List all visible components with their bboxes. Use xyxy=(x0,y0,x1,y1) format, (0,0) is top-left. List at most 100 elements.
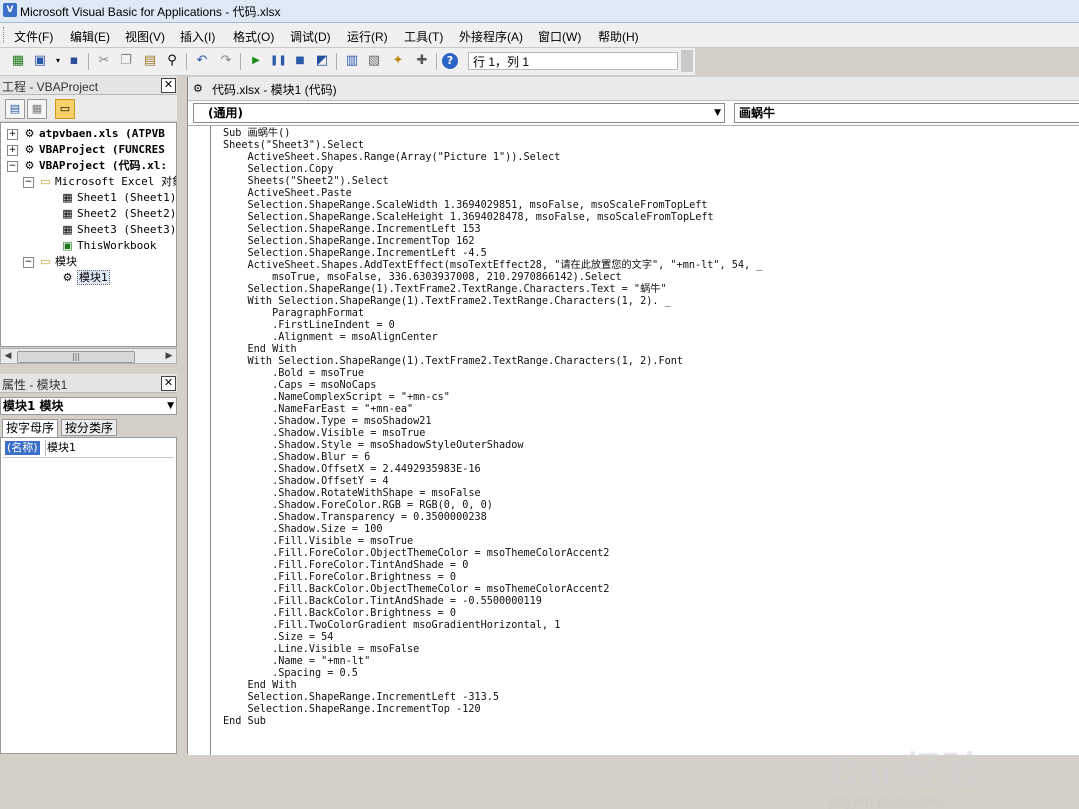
toggle-folders-icon[interactable]: ▭ xyxy=(55,99,75,119)
code-line[interactable]: Selection.ShapeRange(1).TextFrame2.TextR… xyxy=(223,284,667,296)
scroll-right-icon[interactable]: ▶ xyxy=(162,349,176,363)
code-line[interactable]: .Fill.Visible = msoTrue xyxy=(223,536,413,548)
reset-icon[interactable]: ■ xyxy=(292,53,308,69)
code-line[interactable]: Sheets("Sheet2").Select xyxy=(223,176,389,188)
code-line[interactable]: .Shadow.Style = msoShadowStyleOuterShado… xyxy=(223,440,523,452)
menu-insert[interactable]: 插入(I) xyxy=(180,28,215,45)
code-line[interactable]: .NameComplexScript = "+mn-cs" xyxy=(223,392,450,404)
expand-plus-icon[interactable]: + xyxy=(7,129,18,140)
code-line[interactable]: Sheets("Sheet3").Select xyxy=(223,140,364,152)
redo-icon[interactable]: ↷ xyxy=(218,53,234,69)
code-line[interactable]: ActiveSheet.Shapes.AddTextEffect(msoText… xyxy=(223,260,763,272)
code-line[interactable]: .NameFarEast = "+mn-ea" xyxy=(223,404,413,416)
copy-icon[interactable]: ❐ xyxy=(118,53,134,69)
code-line[interactable]: End With xyxy=(223,344,297,356)
menu-file[interactable]: 文件(F) xyxy=(14,28,53,45)
menu-tools[interactable]: 工具(T) xyxy=(404,28,443,45)
insert-dropdown-icon[interactable]: ▾ xyxy=(50,53,66,69)
break-icon[interactable]: ❚❚ xyxy=(270,53,287,69)
code-line[interactable]: .Fill.ForeColor.ObjectThemeColor = msoTh… xyxy=(223,548,609,560)
project-horizontal-scrollbar[interactable]: ◀ ||| ▶ xyxy=(0,348,177,364)
code-line[interactable]: .Fill.BackColor.Brightness = 0 xyxy=(223,608,456,620)
code-line[interactable]: ActiveSheet.Paste xyxy=(223,188,352,200)
code-line[interactable]: .Shadow.ForeColor.RGB = RGB(0, 0, 0) xyxy=(223,500,493,512)
code-line[interactable]: .Shadow.OffsetX = 2.4492935983E-16 xyxy=(223,464,481,476)
code-line[interactable]: .FirstLineIndent = 0 xyxy=(223,320,395,332)
code-line[interactable]: .Fill.ForeColor.TintAndShade = 0 xyxy=(223,560,468,572)
collapse-minus-icon[interactable]: − xyxy=(23,257,34,268)
code-line[interactable]: .Fill.ForeColor.Brightness = 0 xyxy=(223,572,456,584)
code-margin-indicator-bar[interactable] xyxy=(188,126,211,755)
code-line[interactable]: .Shadow.OffsetY = 4 xyxy=(223,476,389,488)
view-code-icon[interactable]: ▤ xyxy=(5,99,25,119)
code-line[interactable]: .Size = 54 xyxy=(223,632,333,644)
properties-window-icon[interactable]: ▧ xyxy=(366,53,382,69)
code-line[interactable]: Sub 画蜗牛() xyxy=(223,128,290,140)
code-line[interactable]: Selection.ShapeRange.IncrementTop -120 xyxy=(223,704,481,716)
property-name-key[interactable]: (名称) xyxy=(5,441,40,455)
chevron-down-icon[interactable]: ▼ xyxy=(167,398,174,414)
menu-edit[interactable]: 编辑(E) xyxy=(70,28,110,45)
cut-icon[interactable]: ✂ xyxy=(96,53,112,69)
code-line[interactable]: .Shadow.RotateWithShape = msoFalse xyxy=(223,488,481,500)
project-explorer-icon[interactable]: ▥ xyxy=(344,53,360,69)
code-line[interactable]: ParagraphFormat xyxy=(223,308,364,320)
code-line[interactable]: End With xyxy=(223,680,297,692)
code-line[interactable]: .Name = "+mn-lt" xyxy=(223,656,370,668)
code-line[interactable]: .Spacing = 0.5 xyxy=(223,668,358,680)
menu-window[interactable]: 窗口(W) xyxy=(538,28,581,45)
paste-icon[interactable]: ▤ xyxy=(142,53,158,69)
code-line[interactable]: Selection.ShapeRange.IncrementLeft -313.… xyxy=(223,692,499,704)
object-combo[interactable]: (通用) ▼ xyxy=(193,103,725,123)
menu-run[interactable]: 运行(R) xyxy=(347,28,388,45)
property-name-value[interactable]: 模块1 xyxy=(47,441,76,455)
chevron-down-icon[interactable]: ▼ xyxy=(714,104,721,122)
tab-categorized[interactable]: 按分类序 xyxy=(61,419,118,436)
menu-addins[interactable]: 外接程序(A) xyxy=(459,28,523,45)
toolbar-options-handle[interactable] xyxy=(681,50,693,72)
menu-format[interactable]: 格式(O) xyxy=(233,28,274,45)
code-line[interactable]: With Selection.ShapeRange(1).TextFrame2.… xyxy=(223,356,683,368)
design-mode-icon[interactable]: ◩ xyxy=(314,53,330,69)
code-line[interactable]: Selection.ShapeRange.IncrementTop 162 xyxy=(223,236,475,248)
scroll-left-icon[interactable]: ◀ xyxy=(1,349,15,363)
menu-help[interactable]: 帮助(H) xyxy=(598,28,639,45)
code-editor[interactable]: Sub 画蜗牛() Sheets("Sheet3").Select ActiveS… xyxy=(188,125,1079,755)
tab-alphabetic[interactable]: 按字母序 xyxy=(2,419,59,437)
procedure-combo[interactable]: 画蜗牛 xyxy=(734,103,1079,123)
project-close-icon[interactable]: ✕ xyxy=(161,78,176,93)
code-line[interactable]: .Line.Visible = msoFalse xyxy=(223,644,419,656)
code-line[interactable]: .Shadow.Visible = msoTrue xyxy=(223,428,425,440)
menu-debug[interactable]: 调试(D) xyxy=(290,28,331,45)
code-line[interactable]: .Alignment = msoAlignCenter xyxy=(223,332,438,344)
code-line[interactable]: With Selection.ShapeRange(1).TextFrame2.… xyxy=(223,296,671,308)
object-browser-icon[interactable]: ✦ xyxy=(390,53,406,69)
code-line[interactable]: .Fill.TwoColorGradient msoGradientHorizo… xyxy=(223,620,560,632)
code-line[interactable]: msoTrue, msoFalse, 336.6303937008, 210.2… xyxy=(223,272,622,284)
insert-module-icon[interactable]: ▣ xyxy=(32,53,48,69)
scroll-thumb[interactable]: ||| xyxy=(17,351,135,363)
code-line[interactable]: .Fill.BackColor.ObjectThemeColor = msoTh… xyxy=(223,584,609,596)
code-line[interactable]: Selection.ShapeRange.IncrementLeft -4.5 xyxy=(223,248,487,260)
code-line[interactable]: .Bold = msoTrue xyxy=(223,368,364,380)
code-line[interactable]: .Caps = msoNoCaps xyxy=(223,380,376,392)
help-icon[interactable]: ? xyxy=(442,53,458,69)
save-icon[interactable]: ▪ xyxy=(66,53,82,69)
menu-view[interactable]: 视图(V) xyxy=(125,28,165,45)
code-line[interactable]: .Shadow.Type = msoShadow21 xyxy=(223,416,431,428)
object-selector[interactable]: 模块1 模块 ▼ xyxy=(0,397,177,415)
code-line[interactable]: Selection.ShapeRange.IncrementLeft 153 xyxy=(223,224,481,236)
code-line[interactable]: ActiveSheet.Shapes.Range(Array("Picture … xyxy=(223,152,561,164)
collapse-minus-icon[interactable]: − xyxy=(7,161,18,172)
code-line[interactable]: End Sub xyxy=(223,716,266,728)
code-line[interactable]: .Shadow.Blur = 6 xyxy=(223,452,370,464)
view-object-icon[interactable]: ▦ xyxy=(27,99,47,119)
properties-close-icon[interactable]: ✕ xyxy=(161,376,176,391)
expand-plus-icon[interactable]: + xyxy=(7,145,18,156)
code-line[interactable]: .Fill.BackColor.TintAndShade = -0.550000… xyxy=(223,596,542,608)
find-icon[interactable]: ⚲ xyxy=(164,53,180,69)
code-line[interactable]: Selection.ShapeRange.ScaleHeight 1.36940… xyxy=(223,212,714,224)
toolbox-icon[interactable]: ✚ xyxy=(414,53,430,69)
code-line[interactable]: Selection.ShapeRange.ScaleWidth 1.369402… xyxy=(223,200,708,212)
menu-grip-handle[interactable] xyxy=(3,27,7,43)
